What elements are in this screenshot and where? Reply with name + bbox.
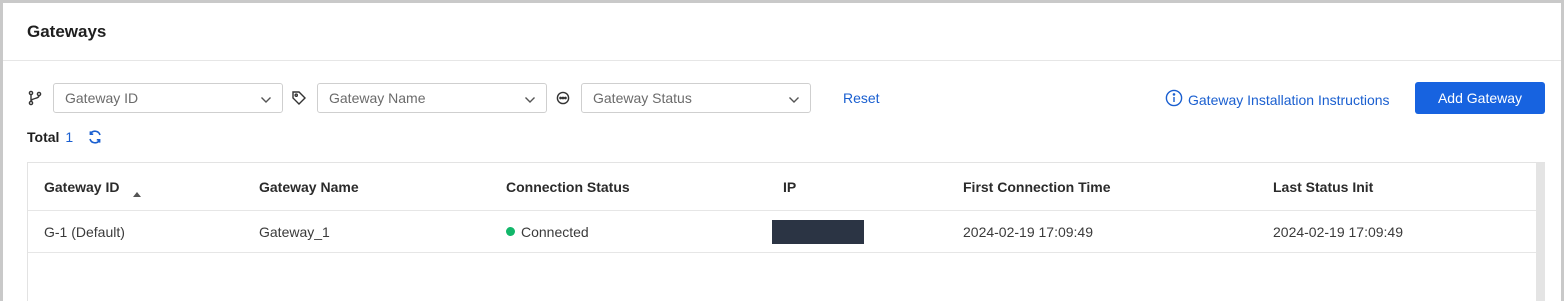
gateway-status-placeholder: Gateway Status <box>593 90 692 106</box>
cell-gateway-name: Gateway_1 <box>259 223 330 240</box>
branch-icon <box>27 90 43 106</box>
column-header-last-status-init[interactable]: Last Status Init <box>1273 163 1373 210</box>
page-title: Gateways <box>27 21 107 41</box>
cell-last-status-init: 2024-02-19 17:09:49 <box>1273 223 1403 240</box>
gateway-status-select[interactable]: Gateway Status <box>581 83 811 113</box>
total-summary: Total 1 <box>27 129 103 145</box>
table-row[interactable]: G-1 (Default) Gateway_1 Connected 2024-0… <box>28 211 1536 253</box>
column-header-gateway-name[interactable]: Gateway Name <box>259 163 359 210</box>
gateway-name-placeholder: Gateway Name <box>329 90 426 106</box>
reset-link[interactable]: Reset <box>843 90 880 106</box>
vertical-scrollbar[interactable] <box>1536 163 1545 301</box>
cell-first-connection-time: 2024-02-19 17:09:49 <box>963 223 1093 240</box>
column-header-connection-status[interactable]: Connection Status <box>506 163 630 210</box>
installation-instructions-link[interactable]: Gateway Installation Instructions <box>1165 89 1390 110</box>
total-count: 1 <box>65 129 74 145</box>
total-label: Total <box>27 129 60 145</box>
page-frame: Gateways Gateway ID Gateway Name Gateway… <box>3 3 1561 301</box>
gateway-id-select[interactable]: Gateway ID <box>53 83 283 113</box>
tag-icon <box>291 90 307 106</box>
gateway-id-placeholder: Gateway ID <box>65 90 139 106</box>
cell-gateway-id: G-1 (Default) <box>44 223 125 240</box>
filter-toolbar: Gateway ID Gateway Name Gateway Status R… <box>3 82 1561 114</box>
column-header-first-connection-time[interactable]: First Connection Time <box>963 163 1111 210</box>
ip-redacted-block <box>772 219 864 244</box>
chevron-down-icon <box>260 93 272 105</box>
installation-instructions-label: Gateway Installation Instructions <box>1188 91 1390 108</box>
chevron-down-icon <box>788 93 800 105</box>
info-icon <box>1165 89 1183 110</box>
column-header-gateway-id[interactable]: Gateway ID <box>44 163 142 210</box>
connection-status-text: Connected <box>521 223 589 240</box>
chevron-down-icon <box>524 93 536 105</box>
connected-status-dot <box>506 227 515 236</box>
gateway-name-select[interactable]: Gateway Name <box>317 83 547 113</box>
table-header: Gateway ID Gateway Name Connection Statu… <box>28 163 1536 211</box>
cell-connection-status: Connected <box>506 211 589 252</box>
refresh-icon[interactable] <box>87 129 103 145</box>
sort-ascending-icon[interactable] <box>133 184 142 197</box>
page-header: Gateways <box>3 3 1561 61</box>
column-header-ip[interactable]: IP <box>783 163 796 210</box>
gateways-table: Gateway ID Gateway Name Connection Statu… <box>27 162 1545 301</box>
cell-ip <box>772 211 864 252</box>
status-icon <box>555 90 571 106</box>
add-gateway-button[interactable]: Add Gateway <box>1415 82 1545 114</box>
column-header-label: Gateway ID <box>44 178 120 195</box>
